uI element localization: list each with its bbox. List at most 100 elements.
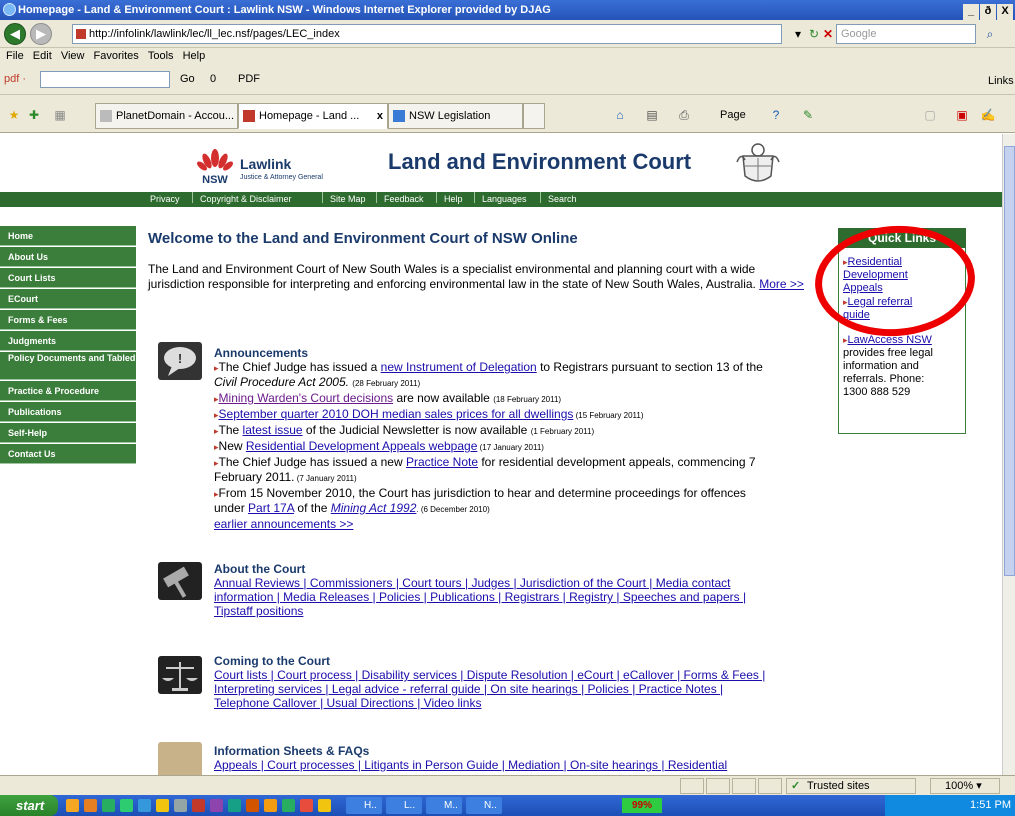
menu-help[interactable]: Help bbox=[183, 50, 206, 62]
nav-help[interactable]: Help bbox=[444, 192, 463, 207]
task-button-m[interactable]: M.. bbox=[426, 797, 462, 814]
sidebar-item-court-lists[interactable]: Court Lists bbox=[0, 268, 136, 288]
maximize-button[interactable]: ð bbox=[980, 4, 996, 20]
sidebar-item-policy-documents[interactable]: Policy Documents and Tabled Documents bbox=[0, 352, 187, 380]
quicklaunch-icon bbox=[282, 799, 295, 812]
about-links-3[interactable]: Tipstaff positions bbox=[214, 604, 303, 618]
ann-link-latest-issue[interactable]: latest issue bbox=[243, 423, 303, 437]
sidebar-item-publications[interactable]: Publications bbox=[0, 402, 136, 422]
zone-label: Trusted sites bbox=[807, 780, 870, 792]
favorites-star-icon[interactable]: ★ bbox=[6, 107, 22, 123]
ie-icon bbox=[3, 3, 16, 16]
minimize-button[interactable]: _ bbox=[963, 4, 979, 20]
battery-indicator: 99% bbox=[622, 798, 662, 813]
vertical-scrollbar[interactable] bbox=[1002, 134, 1015, 775]
sidebar-item-forms-fees[interactable]: Forms & Fees bbox=[0, 310, 136, 330]
ann-link-practice-note[interactable]: Practice Note bbox=[406, 455, 478, 469]
forward-button[interactable]: ▶ bbox=[30, 23, 52, 45]
nav-languages[interactable]: Languages bbox=[482, 192, 527, 207]
zero-button[interactable]: 0 bbox=[210, 73, 216, 85]
pdf-button[interactable]: PDF bbox=[238, 73, 260, 85]
tab-planetdomain[interactable]: PlanetDomain - Accou... bbox=[95, 103, 238, 129]
quick-tabs-icon[interactable]: ▦ bbox=[52, 107, 68, 123]
help-icon[interactable]: ? bbox=[768, 107, 784, 123]
nav-feedback[interactable]: Feedback bbox=[384, 192, 424, 207]
nsw-label: NSW bbox=[202, 174, 228, 186]
add-favorite-icon[interactable]: ✚ bbox=[26, 107, 42, 123]
info-title: Information Sheets & FAQs bbox=[214, 744, 370, 758]
menu-favorites[interactable]: Favorites bbox=[94, 50, 139, 62]
pdf-search-field[interactable] bbox=[40, 71, 170, 88]
site-title: Land and Environment Court bbox=[388, 149, 692, 174]
menu-tools[interactable]: Tools bbox=[148, 50, 174, 62]
ann-link-mining-act[interactable]: Mining Act 1992 bbox=[331, 501, 417, 515]
info-section: Information Sheets & FAQs Appeals | Cour… bbox=[214, 744, 727, 772]
menu-view[interactable]: View bbox=[61, 50, 85, 62]
search-icon[interactable]: ⌕ bbox=[982, 26, 998, 42]
earlier-announcements-link[interactable]: earlier announcements >> bbox=[214, 517, 353, 531]
about-links-1[interactable]: Annual Reviews | Commissioners | Court t… bbox=[214, 576, 730, 590]
tab-close-icon[interactable]: x bbox=[377, 104, 383, 128]
back-button[interactable]: ◀ bbox=[4, 23, 26, 45]
start-button[interactable]: start bbox=[0, 795, 58, 816]
task-button-h[interactable]: H.. bbox=[346, 797, 382, 814]
sidebar-item-home[interactable]: Home bbox=[0, 226, 136, 246]
sidebar-item-about-us[interactable]: About Us bbox=[0, 247, 136, 267]
info-links-1[interactable]: Appeals | Court processes | Litigants in… bbox=[214, 758, 727, 772]
links-label[interactable]: Links bbox=[988, 75, 1014, 87]
sidebar-item-judgments[interactable]: Judgments bbox=[0, 331, 136, 351]
task-button-l[interactable]: L.. bbox=[386, 797, 422, 814]
coming-links-2[interactable]: Interpreting services | Legal advice - r… bbox=[214, 682, 723, 696]
go-button[interactable]: Go bbox=[180, 73, 195, 85]
quicklaunch-icon bbox=[246, 799, 259, 812]
home-icon[interactable]: ⌂ bbox=[612, 107, 628, 123]
stop-icon[interactable]: ✕ bbox=[820, 26, 836, 42]
nav-privacy[interactable]: Privacy bbox=[150, 192, 180, 207]
feeds-icon[interactable]: ▤ bbox=[644, 107, 660, 123]
about-links-2[interactable]: information | Media Releases | Policies … bbox=[214, 590, 746, 604]
page-menu[interactable]: Page bbox=[720, 109, 746, 121]
coming-title: Coming to the Court bbox=[214, 654, 330, 668]
quicklaunch-icon bbox=[264, 799, 277, 812]
sidebar-item-contact-us[interactable]: Contact Us bbox=[0, 444, 136, 464]
ann-link-part17a[interactable]: Part 17A bbox=[248, 501, 294, 515]
tab-bar: ★ ✚ ▦ PlanetDomain - Accou... Homepage -… bbox=[0, 95, 1015, 133]
address-toolbar: ◀ ▶ http://infolink/lawlink/lec/ll_lec.n… bbox=[0, 20, 1015, 48]
zoom-level[interactable]: 100% ▾ bbox=[930, 778, 1000, 794]
close-button[interactable]: X bbox=[997, 4, 1013, 20]
task-button-n[interactable]: N.. bbox=[466, 797, 502, 814]
address-bar[interactable]: http://infolink/lawlink/lec/ll_lec.nsf/p… bbox=[72, 24, 782, 44]
coming-links-1[interactable]: Court lists | Court process | Disability… bbox=[214, 668, 765, 682]
ql-text-1: provides free legal bbox=[843, 347, 933, 359]
tab-homepage[interactable]: Homepage - Land ... x bbox=[238, 103, 388, 129]
research-icon[interactable]: ✎ bbox=[800, 107, 816, 123]
new-tab-button[interactable] bbox=[523, 103, 545, 129]
coming-links-3[interactable]: Telephone Callover | Usual Directions | … bbox=[214, 696, 481, 710]
nav-copyright[interactable]: Copyright & Disclaimer bbox=[200, 192, 292, 207]
sidebar-item-self-help[interactable]: Self-Help bbox=[0, 423, 136, 443]
tab-label: Homepage - Land ... bbox=[259, 110, 360, 122]
blocker-icon[interactable]: ▣ bbox=[954, 107, 970, 123]
quicklaunch-icon bbox=[156, 799, 169, 812]
quicklaunch-icon bbox=[318, 799, 331, 812]
nav-search[interactable]: Search bbox=[548, 192, 577, 207]
ann-link-rda-webpage[interactable]: Residential Development Appeals webpage bbox=[246, 439, 478, 453]
ann-link-doh-prices[interactable]: September quarter 2010 DOH median sales … bbox=[219, 407, 574, 421]
ann-link-mining-warden[interactable]: Mining Warden's Court decisions bbox=[219, 391, 394, 405]
menu-file[interactable]: File bbox=[6, 50, 24, 62]
scrollbar-thumb[interactable] bbox=[1004, 146, 1015, 576]
tab-nsw-legislation[interactable]: NSW Legislation bbox=[388, 103, 523, 129]
sidebar-item-practice-procedure[interactable]: Practice & Procedure bbox=[0, 381, 136, 401]
edit-icon[interactable]: ✍ bbox=[980, 107, 996, 123]
sidebar-item-ecourt[interactable]: ECourt bbox=[0, 289, 136, 309]
ann-link-delegation[interactable]: new Instrument of Delegation bbox=[381, 360, 537, 374]
coming-section: Coming to the Court Court lists | Court … bbox=[214, 654, 765, 710]
more-link[interactable]: More >> bbox=[759, 277, 804, 291]
nav-sitemap[interactable]: Site Map bbox=[330, 192, 366, 207]
window-icon[interactable]: ▢ bbox=[922, 107, 938, 123]
search-input[interactable]: Google bbox=[836, 24, 976, 44]
ql-text-2: information and bbox=[843, 360, 919, 372]
print-icon[interactable]: ⎙ bbox=[676, 107, 692, 123]
menu-edit[interactable]: Edit bbox=[33, 50, 52, 62]
dropdown-icon[interactable]: ▾ bbox=[790, 26, 806, 42]
